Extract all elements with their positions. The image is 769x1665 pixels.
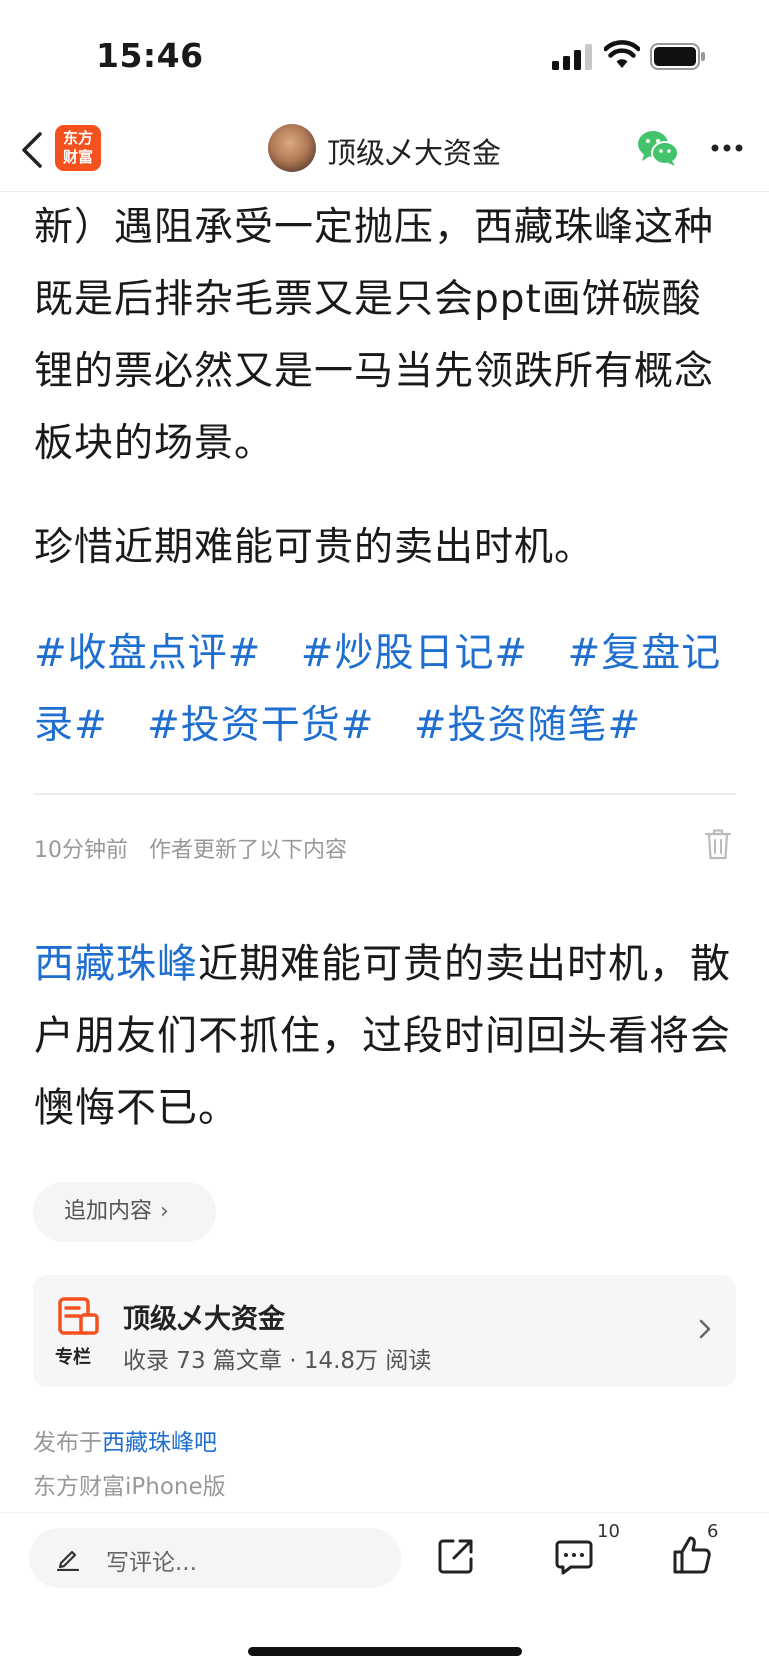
pen-icon	[56, 1550, 80, 1571]
post-source: 东方财富iPhone版	[33, 1474, 226, 1500]
update-note: 作者更新了以下内容	[149, 838, 348, 863]
hashtag-shoupan[interactable]: #收盘点评#	[34, 631, 261, 676]
article-paragraph-cherish: 珍惜近期难能可贵的卖出时机。	[34, 525, 595, 570]
share-icon[interactable]	[437, 1537, 475, 1575]
chevron-right-icon: ›	[160, 1199, 169, 1224]
hashtag-list: #收盘点评# #炒股日记# #复盘记录# #投资干货# #投资随笔#	[34, 618, 744, 762]
home-indicator	[248, 1647, 522, 1656]
logo-text-line2: 财富	[62, 148, 93, 166]
status-bar: 15:46	[0, 0, 769, 110]
logo-text-line1: 东方	[62, 129, 93, 147]
published-info: 发布于西藏珠峰吧	[33, 1423, 217, 1457]
divider	[34, 793, 736, 795]
status-time: 15:46	[96, 36, 204, 75]
author-avatar[interactable]	[268, 124, 316, 172]
chevron-right-icon	[699, 1319, 711, 1339]
nav-bar: 东方 财富 顶级乄大资金	[0, 110, 769, 192]
author-name[interactable]: 顶级乄大资金	[327, 130, 501, 172]
column-icon	[58, 1297, 99, 1335]
hashtag-chaogu[interactable]: #炒股日记#	[301, 631, 528, 676]
update-time: 10分钟前	[34, 838, 128, 863]
app-logo[interactable]: 东方 财富	[55, 125, 101, 171]
column-card[interactable]: 专栏 顶级乄大资金 收录 73 篇文章 · 14.8万 阅读	[33, 1275, 736, 1387]
add-content-button[interactable]: 追加内容 ›	[33, 1182, 216, 1242]
comment-icon[interactable]	[555, 1539, 593, 1575]
add-content-label: 追加内容	[64, 1199, 153, 1224]
comment-input[interactable]: 写评论...	[29, 1528, 401, 1588]
signal-icon	[552, 44, 592, 70]
more-icon[interactable]	[710, 143, 744, 153]
wifi-icon	[604, 40, 640, 68]
stock-link[interactable]: 西藏珠峰	[34, 941, 198, 987]
article-paragraph: 新）遇阻承受一定抛压，西藏珠峰这种既是后排杂毛票又是只会ppt画饼碳酸锂的票必然…	[34, 205, 715, 466]
stock-bar-link[interactable]: 西藏珠峰吧	[102, 1430, 217, 1456]
like-icon[interactable]	[672, 1535, 712, 1575]
wechat-icon[interactable]	[636, 128, 680, 168]
back-icon[interactable]	[18, 128, 46, 172]
bottom-bar: 写评论... 10 6	[0, 1512, 769, 1665]
published-prefix: 发布于	[33, 1430, 102, 1456]
hashtag-touzi-suibi[interactable]: #投资随笔#	[414, 703, 641, 748]
comment-count: 10	[597, 1521, 620, 1542]
comment-placeholder: 写评论...	[106, 1550, 197, 1576]
update-paragraph: 西藏珠峰近期难能可贵的卖出时机，散户朋友们不抓住，过段时间回头看将会懊悔不已。	[34, 928, 740, 1144]
hashtag-touzi-ganhuo[interactable]: #投资干货#	[147, 703, 374, 748]
column-stats: 收录 73 篇文章 · 14.8万 阅读	[123, 1348, 432, 1374]
battery-icon	[650, 43, 705, 70]
trash-icon[interactable]	[704, 828, 732, 860]
column-icon-label: 专栏	[55, 1347, 91, 1368]
update-meta: 10分钟前 作者更新了以下内容	[34, 832, 361, 864]
like-count: 6	[707, 1521, 719, 1542]
column-name: 顶级乄大资金	[123, 1304, 285, 1335]
